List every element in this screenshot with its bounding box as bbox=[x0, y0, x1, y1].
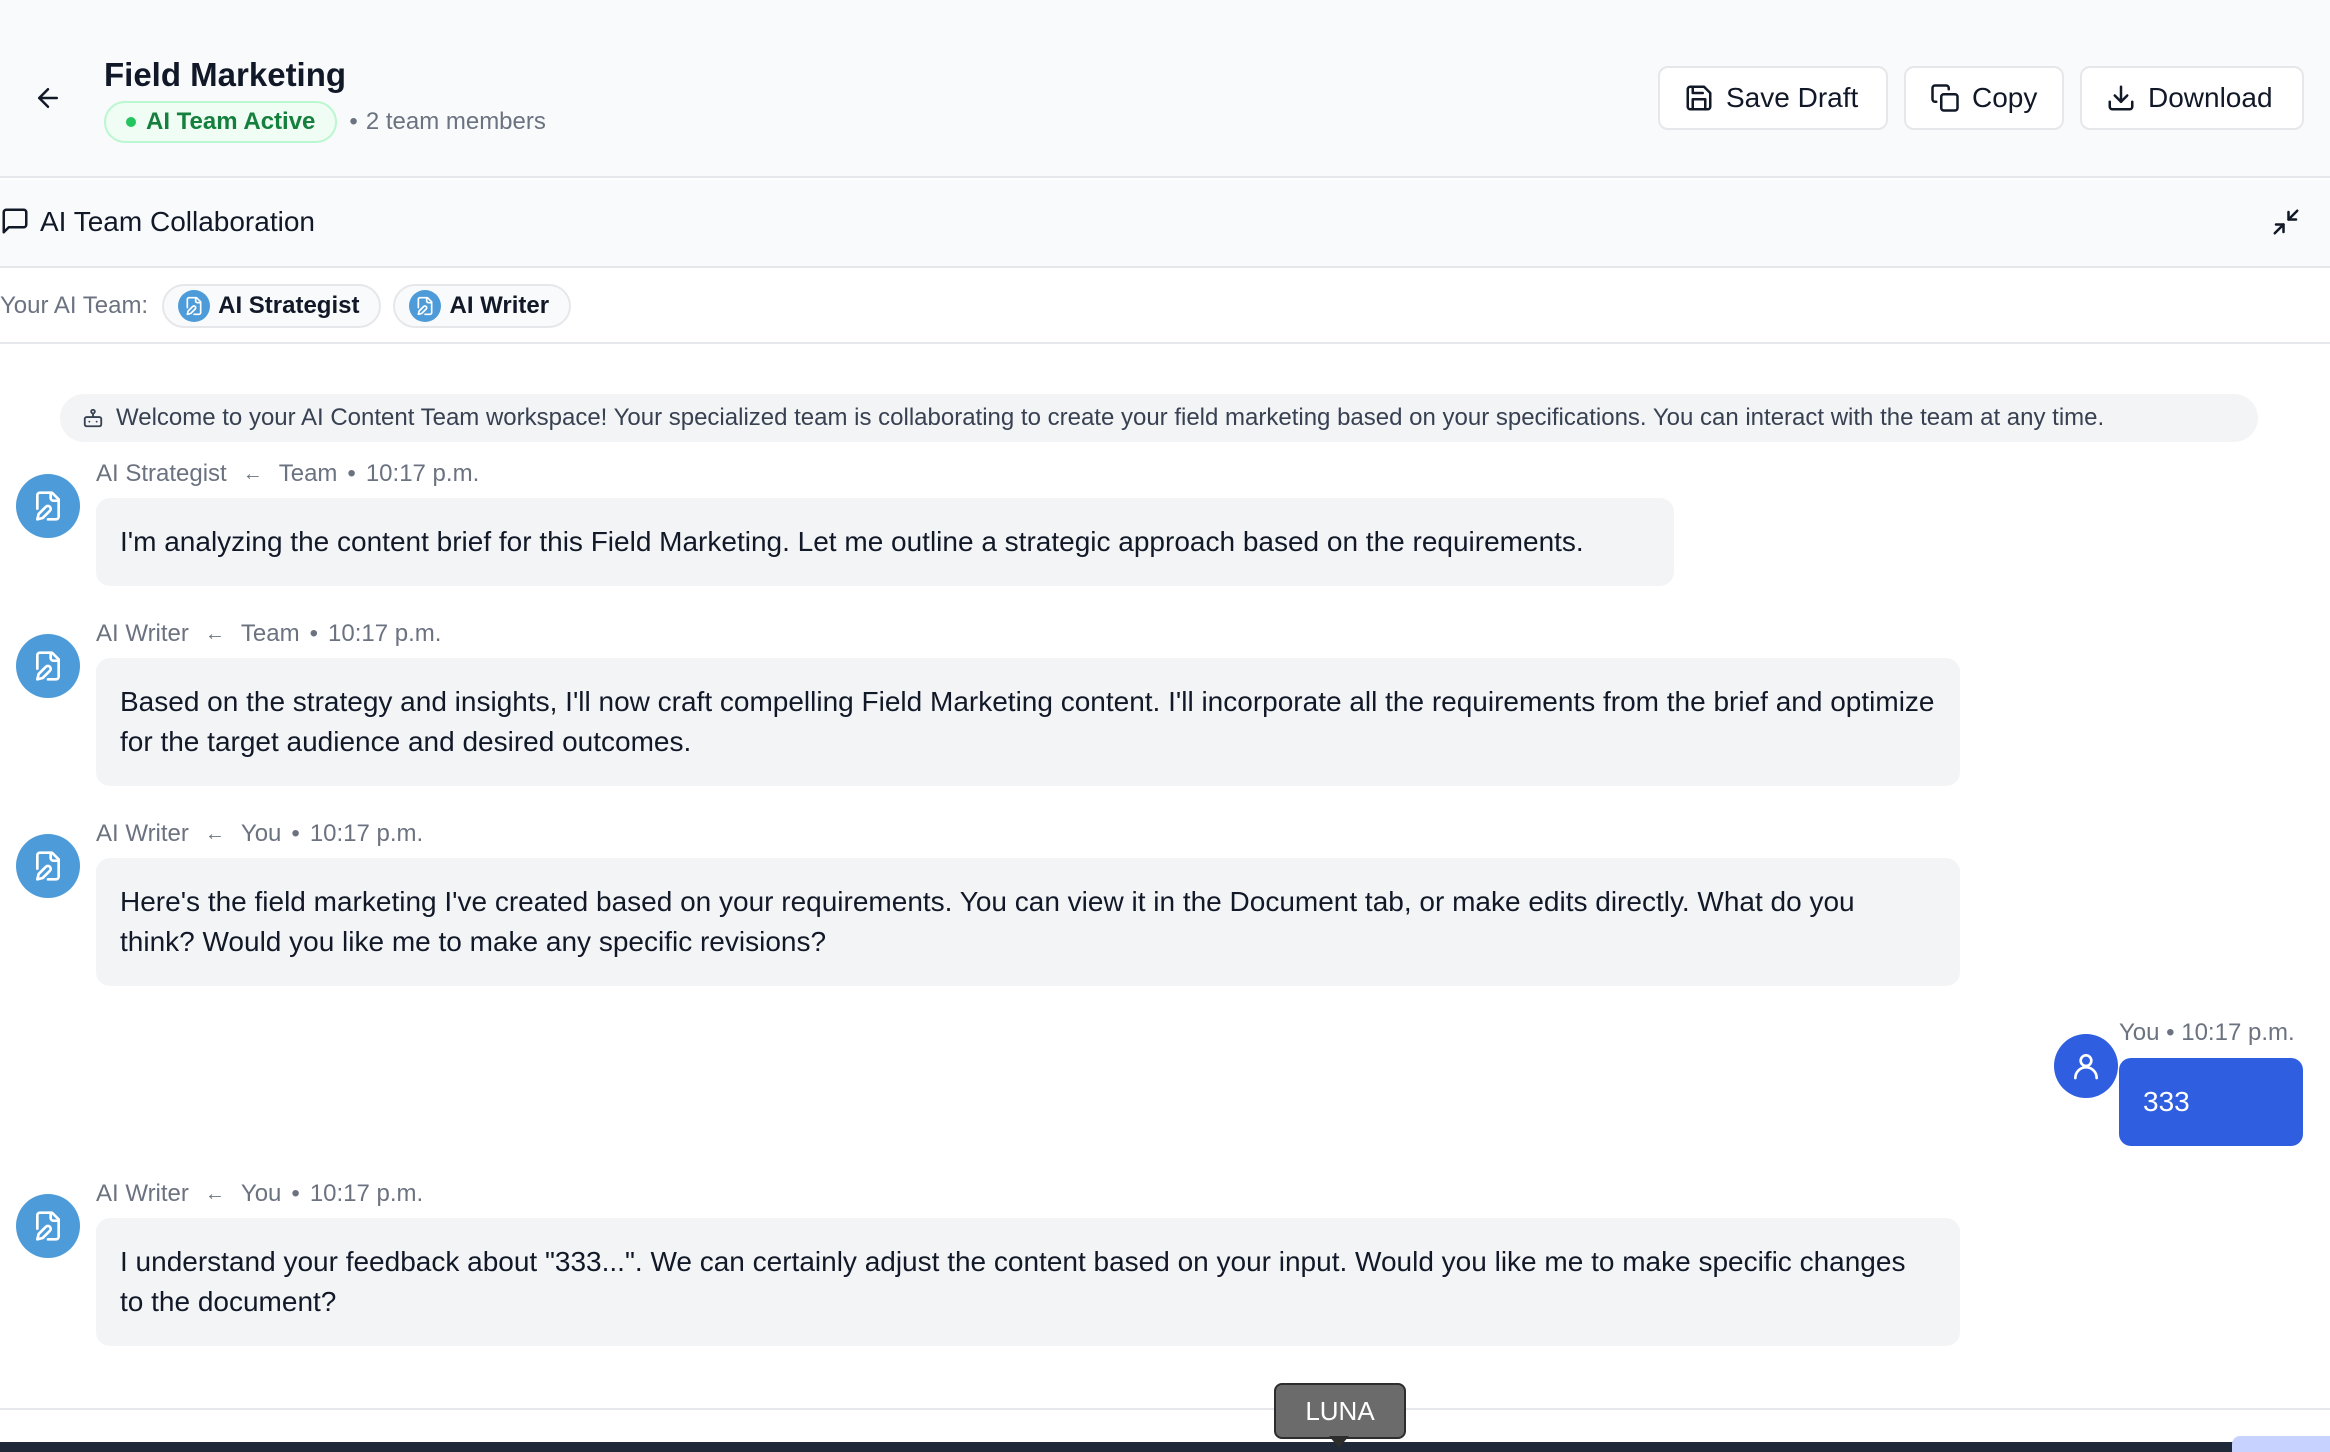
save-draft-label: Save Draft bbox=[1726, 82, 1859, 113]
meta-separator: • bbox=[291, 820, 300, 847]
welcome-text: Welcome to your AI Content Team workspac… bbox=[116, 404, 2105, 431]
collaboration-title: AI Team Collaboration bbox=[40, 206, 315, 237]
save-draft-button[interactable]: Save Draft bbox=[1658, 66, 1888, 130]
agent-avatar bbox=[16, 634, 80, 698]
user-avatar bbox=[2054, 1034, 2118, 1098]
download-button[interactable]: Download bbox=[2080, 66, 2304, 130]
luna-tooltip: LUNA bbox=[1274, 1383, 1406, 1439]
team-label: Your AI Team: bbox=[0, 292, 149, 319]
message-time: 10:17 p.m. bbox=[365, 460, 480, 487]
welcome-banner: Welcome to your AI Content Team workspac… bbox=[60, 394, 2258, 442]
message-sender: AI Writer bbox=[96, 820, 189, 847]
meta-separator: • bbox=[291, 1180, 300, 1207]
back-button[interactable] bbox=[28, 78, 68, 118]
tooltip-pointer bbox=[1329, 1436, 1349, 1448]
members-separator: • bbox=[349, 108, 358, 135]
status-row: AI Team Active • 2 team members bbox=[104, 101, 546, 143]
team-chip-label: AI Writer bbox=[449, 292, 550, 319]
minimize-button[interactable] bbox=[2266, 202, 2306, 242]
file-pen-icon bbox=[36, 851, 60, 881]
collaboration-header: AI Team Collaboration bbox=[0, 180, 2330, 268]
copy-button[interactable]: Copy bbox=[1904, 66, 2064, 130]
message-target: Team bbox=[240, 620, 300, 647]
message-sender: AI Writer bbox=[96, 620, 189, 647]
file-pen-icon bbox=[417, 296, 433, 316]
agent-avatar bbox=[16, 1194, 80, 1258]
message-target: Team bbox=[278, 460, 338, 487]
copy-icon bbox=[1931, 84, 1959, 112]
file-pen-icon bbox=[36, 651, 60, 681]
arrow-left-icon: ← bbox=[204, 822, 225, 845]
message-time: 10:17 p.m. bbox=[328, 620, 442, 647]
file-pen-icon bbox=[36, 491, 60, 521]
file-pen-icon bbox=[36, 1211, 60, 1241]
arrow-left-icon: ← bbox=[242, 462, 263, 485]
user-icon bbox=[2074, 1054, 2098, 1080]
composer-divider bbox=[0, 1408, 2330, 1410]
meta-separator: • bbox=[309, 620, 318, 647]
arrow-left-icon: ← bbox=[204, 622, 225, 645]
agent-avatar bbox=[178, 290, 211, 322]
download-label: Download bbox=[2148, 82, 2273, 113]
copy-label: Copy bbox=[1972, 82, 2038, 113]
message-bubble: I'm analyzing the content brief for this… bbox=[96, 498, 1674, 586]
team-chip-writer[interactable]: AI Writer bbox=[393, 284, 572, 328]
team-members-count: • 2 team members bbox=[349, 108, 545, 136]
message-time: 10:17 p.m. bbox=[309, 820, 424, 847]
page-title: Field Marketing bbox=[104, 56, 347, 93]
send-button[interactable] bbox=[2232, 1436, 2330, 1452]
save-icon bbox=[1686, 85, 1712, 111]
message-meta: AI Writer ← Team • 10:17 p.m. bbox=[96, 620, 441, 648]
minimize-icon bbox=[2273, 209, 2299, 235]
status-label: AI Team Active bbox=[146, 108, 316, 135]
members-label: 2 team members bbox=[365, 108, 546, 135]
message-time: 10:17 p.m. bbox=[309, 1180, 424, 1207]
status-badge: AI Team Active bbox=[104, 101, 338, 143]
message-meta: AI Writer ← You • 10:17 p.m. bbox=[96, 1180, 423, 1208]
status-dot bbox=[126, 117, 136, 127]
message-meta: AI Writer ← You • 10:17 p.m. bbox=[96, 820, 423, 848]
agent-avatar bbox=[409, 290, 442, 322]
download-icon bbox=[2108, 85, 2134, 111]
arrow-left-icon bbox=[38, 88, 58, 108]
arrow-left-icon: ← bbox=[204, 1182, 225, 1205]
agent-avatar bbox=[16, 834, 80, 898]
team-chip-label: AI Strategist bbox=[218, 292, 360, 319]
composer-edge bbox=[0, 1442, 2330, 1452]
message-bubble: I understand your feedback about "333...… bbox=[96, 1218, 1960, 1346]
message-target: You bbox=[240, 820, 282, 847]
bot-icon bbox=[83, 408, 103, 428]
file-pen-icon bbox=[186, 296, 202, 316]
message-meta: AI Strategist ← Team • 10:17 p.m. bbox=[96, 460, 479, 488]
team-chip-strategist[interactable]: AI Strategist bbox=[162, 284, 382, 328]
meta-separator: • bbox=[347, 460, 356, 487]
message-bubble: Based on the strategy and insights, I'll… bbox=[96, 658, 1960, 786]
team-row: Your AI Team: AI Strategist AI Writer bbox=[0, 270, 2330, 344]
message-sender: AI Writer bbox=[96, 1180, 189, 1207]
document-header: Field Marketing AI Team Active • 2 team m… bbox=[0, 0, 2330, 178]
message-target: You bbox=[240, 1180, 282, 1207]
user-message-meta: You • 10:17 p.m. bbox=[2119, 1019, 2295, 1046]
user-message-bubble: 333 bbox=[2119, 1058, 2303, 1146]
message-square-icon bbox=[2, 208, 28, 234]
message-bubble: Here's the field marketing I've created … bbox=[96, 858, 1960, 986]
message-sender: AI Strategist bbox=[96, 460, 227, 487]
agent-avatar bbox=[16, 474, 80, 538]
